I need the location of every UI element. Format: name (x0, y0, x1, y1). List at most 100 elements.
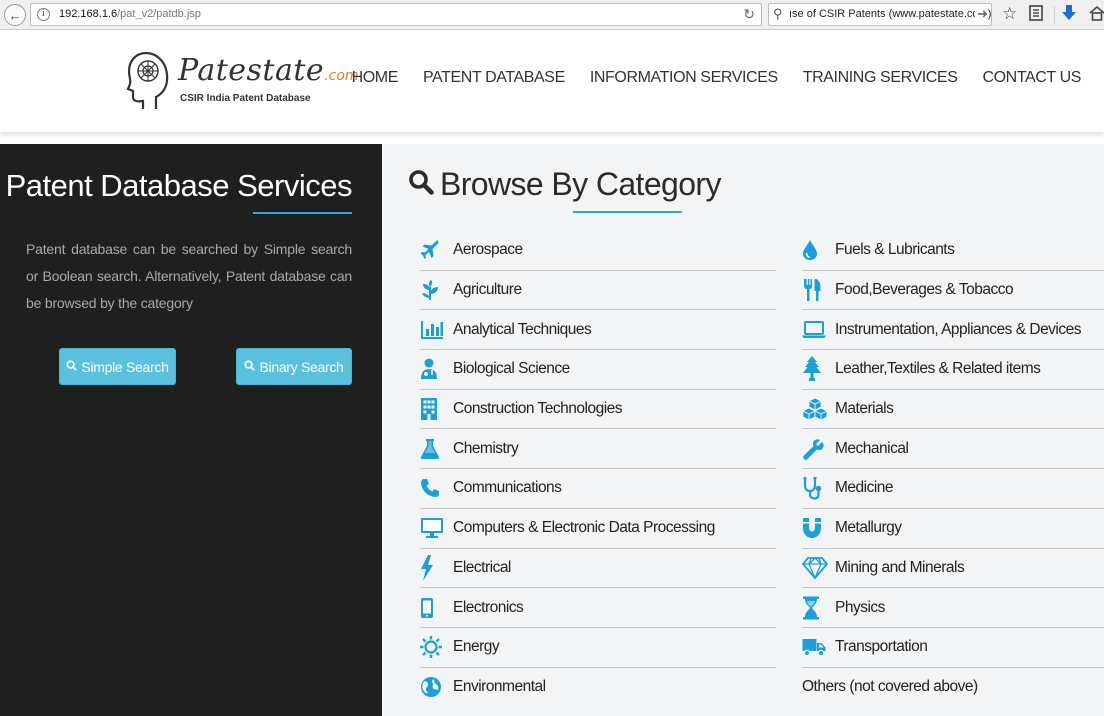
category-item[interactable]: Fuels & Lubricants (802, 231, 1104, 271)
sun-icon (420, 635, 453, 659)
mobile-icon (420, 596, 453, 620)
simple-search-button[interactable]: Simple Search (59, 348, 176, 385)
category-label: Environmental (453, 678, 546, 696)
leaf-icon (420, 278, 453, 302)
category-label: Energy (453, 638, 500, 656)
nav-information-services[interactable]: INFORMATION SERVICES (590, 69, 778, 87)
category-item[interactable]: Analytical Techniques (420, 310, 776, 351)
category-item[interactable]: Communications (420, 469, 776, 509)
category-item[interactable]: Food,Beverages & Tobacco (802, 271, 1104, 311)
services-title: Patent Database Services (5, 168, 353, 203)
nav-training-services[interactable]: TRAINING SERVICES (803, 69, 958, 87)
category-item[interactable]: Aerospace (420, 231, 776, 271)
category-label: Chemistry (453, 439, 519, 457)
wrench-icon (802, 437, 835, 461)
diamond-icon (802, 556, 835, 580)
category-item[interactable]: Instrumentation, Appliances & Devices (802, 310, 1104, 351)
bookmark-star-icon[interactable]: ☆ (1002, 4, 1017, 24)
category-item[interactable]: Electronics (420, 588, 776, 628)
category-label: Construction Technologies (453, 400, 623, 418)
search-icon (408, 166, 434, 203)
magnet-icon (802, 516, 835, 540)
url-text: 192.168.1.6/pat_v2/patdb.jsp (59, 8, 201, 20)
services-description: Patent database can be searched by Simpl… (26, 241, 352, 311)
category-label: Food,Beverages & Tobacco (835, 281, 1014, 299)
toolbar-divider (1054, 6, 1055, 24)
category-item[interactable]: Construction Technologies (420, 390, 776, 430)
category-item[interactable]: Transportation (802, 628, 1104, 668)
category-item[interactable]: Materials (802, 390, 1104, 430)
category-label: Aerospace (453, 241, 523, 259)
category-item[interactable]: Others (not covered above) (802, 668, 1104, 708)
category-item[interactable]: Biological Science (420, 350, 776, 390)
hourglass-icon (802, 596, 835, 620)
search-icon (244, 359, 256, 374)
address-bar[interactable]: i 192.168.1.6/pat_v2/patdb.jsp ↻ (30, 3, 762, 26)
building-icon (420, 397, 453, 421)
phone-icon (420, 476, 453, 500)
category-list-left: Aerospace Agriculture Analytical Technique… (420, 231, 776, 707)
title-underline (253, 212, 352, 214)
globe-icon (420, 675, 453, 699)
category-item[interactable]: Mining and Minerals (802, 549, 1104, 589)
site-logo[interactable]: Patestate.com CSIR India Patent Database (126, 49, 359, 115)
category-item[interactable]: Physics (802, 588, 1104, 628)
cubes-icon (802, 397, 835, 421)
category-list-right: Fuels & Lubricants Food,Beverages & Tobac… (802, 231, 1104, 707)
category-label: Electronics (453, 598, 524, 616)
desktop-icon (420, 516, 453, 540)
category-item[interactable]: Energy (420, 628, 776, 668)
category-label: Fuels & Lubricants (835, 241, 955, 259)
browser-toolbar: ← i 192.168.1.6/pat_v2/patdb.jsp ↻ ⚲ ıse… (0, 0, 1104, 30)
flask-icon (420, 437, 453, 461)
services-panel: Patent Database Services Patent database… (0, 144, 382, 716)
category-item[interactable]: Agriculture (420, 271, 776, 311)
site-header: Patestate.com CSIR India Patent Database… (0, 31, 1104, 132)
nav-home[interactable]: HOME (352, 69, 399, 87)
browser-search-text: ıse of CSIR Patents (www.patestate.com) (789, 8, 992, 20)
category-label: Analytical Techniques (453, 320, 592, 338)
binary-search-button[interactable]: Binary Search (236, 348, 352, 385)
category-label: Agriculture (453, 281, 522, 299)
bolt-icon (420, 554, 453, 581)
category-item[interactable]: Medicine (802, 469, 1104, 509)
category-label: Mechanical (835, 439, 909, 457)
category-label: Computers & Electronic Data Processing (453, 519, 715, 537)
browser-search-box[interactable]: ⚲ ıse of CSIR Patents (www.patestate.com… (768, 3, 992, 26)
doctor-icon (420, 357, 453, 381)
home-icon[interactable] (1089, 4, 1104, 27)
category-item[interactable]: Mechanical (802, 429, 1104, 470)
nav-patent-database[interactable]: PATENT DATABASE (423, 69, 565, 87)
category-label: Transportation (835, 638, 928, 656)
category-label: Medicine (835, 479, 894, 497)
logo-head-icon (126, 51, 169, 109)
plane-icon (420, 238, 453, 262)
nav-contact-us[interactable]: CONTACT US (982, 69, 1081, 87)
bar-chart-icon (420, 318, 453, 342)
reading-list-icon[interactable] (1028, 4, 1044, 27)
category-item[interactable]: Leather,Textiles & Related items (802, 350, 1104, 390)
category-item[interactable]: Electrical (420, 549, 776, 589)
main-nav: HOME PATENT DATABASE INFORMATION SERVICE… (352, 69, 1082, 87)
category-label: Biological Science (453, 360, 570, 378)
info-icon[interactable]: i (37, 8, 50, 21)
category-item[interactable]: Metallurgy (802, 509, 1104, 549)
browse-title-text: Browse By Category (440, 166, 721, 202)
category-label: Instrumentation, Appliances & Devices (835, 320, 1082, 338)
category-item[interactable]: Environmental (420, 668, 776, 708)
title-underline (573, 211, 682, 213)
search-go-icon[interactable]: ➜ (975, 6, 988, 22)
category-label: Electrical (453, 558, 511, 576)
simple-search-label: Simple Search (81, 358, 169, 375)
truck-icon (802, 635, 835, 659)
logo-tagline: CSIR India Patent Database (180, 93, 311, 104)
category-item[interactable]: Computers & Electronic Data Processing (420, 509, 776, 549)
category-label: Others (not covered above) (802, 678, 978, 696)
drop-icon (802, 238, 835, 262)
stethoscope-icon (802, 476, 835, 501)
search-icon (66, 359, 78, 374)
download-icon[interactable] (1061, 4, 1077, 27)
back-button[interactable]: ← (4, 4, 26, 26)
category-item[interactable]: Chemistry (420, 429, 776, 470)
reload-icon[interactable]: ↻ (743, 6, 755, 23)
